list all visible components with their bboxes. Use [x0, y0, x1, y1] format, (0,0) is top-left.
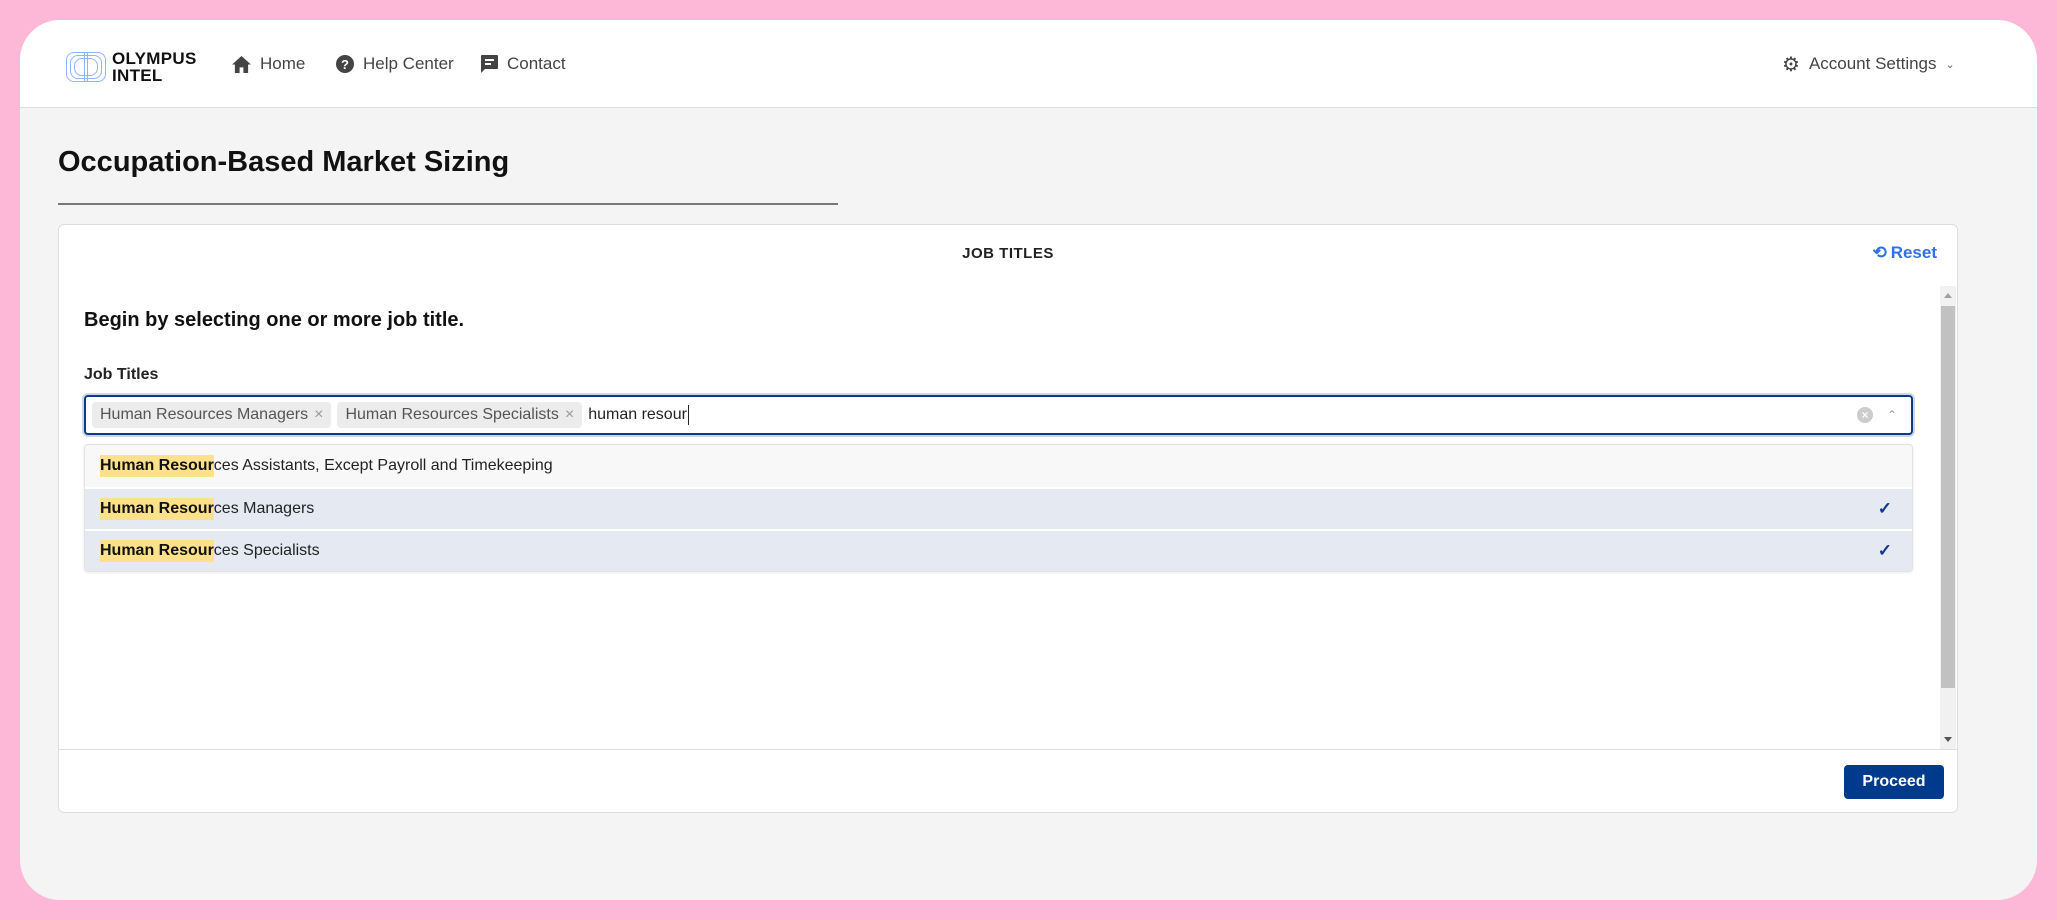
- proceed-button[interactable]: Proceed: [1844, 765, 1944, 799]
- selected-chip: Human Resources Specialists ×: [337, 402, 583, 428]
- scroll-up-icon[interactable]: [1944, 293, 1952, 298]
- option-label: ces Managers: [213, 500, 315, 517]
- match-highlight: Human Resour: [100, 540, 214, 562]
- gear-icon: ⚙: [1782, 53, 1800, 76]
- check-icon: ✓: [1877, 499, 1892, 518]
- option-item[interactable]: Human Resour ces Specialists ✓: [85, 529, 1912, 571]
- app-window: OLYMPUS INTEL Home ? Help Center Contact…: [20, 20, 2037, 900]
- option-label: ces Specialists: [213, 542, 320, 559]
- logo[interactable]: OLYMPUS INTEL: [66, 50, 197, 84]
- nav-help-label: Help Center: [363, 54, 454, 73]
- clear-all-icon[interactable]: ×: [1857, 407, 1873, 423]
- card-title: JOB TITLES: [962, 245, 1054, 262]
- instruction-heading: Begin by selecting one or more job title…: [84, 309, 465, 331]
- search-input[interactable]: human resour: [588, 405, 689, 425]
- footer-divider: [59, 749, 1957, 750]
- option-item[interactable]: Human Resour ces Assistants, Except Payro…: [85, 445, 1912, 487]
- page-title: Occupation-Based Market Sizing: [58, 146, 510, 178]
- match-highlight: Human Resour: [100, 455, 214, 477]
- reset-button[interactable]: ⟲ Reset: [1872, 243, 1937, 263]
- nav-contact-label: Contact: [507, 54, 566, 73]
- check-icon: ✓: [1877, 541, 1892, 560]
- nav-home-label: Home: [260, 54, 306, 73]
- reset-label: Reset: [1890, 243, 1937, 262]
- scrollbar[interactable]: [1940, 286, 1956, 749]
- chevron-down-icon: ⌄: [1945, 58, 1955, 71]
- nav-help-center[interactable]: ? Help Center: [336, 20, 454, 108]
- top-nav: OLYMPUS INTEL Home ? Help Center Contact…: [20, 20, 2037, 108]
- message-icon: [481, 55, 498, 73]
- scroll-down-icon[interactable]: [1944, 737, 1952, 742]
- home-icon: [232, 55, 251, 73]
- match-highlight: Human Resour: [100, 498, 214, 520]
- question-circle-icon: ?: [336, 55, 354, 73]
- reset-icon: ⟲: [1872, 243, 1887, 262]
- account-settings-label: Account Settings: [1808, 54, 1937, 73]
- selected-chip: Human Resources Managers ×: [92, 402, 332, 428]
- option-item[interactable]: Human Resour ces Managers ✓: [85, 487, 1912, 529]
- job-titles-card: JOB TITLES ⟲ Reset Begin by selecting on…: [58, 224, 1958, 813]
- nav-home[interactable]: Home: [232, 20, 305, 108]
- chevron-up-icon[interactable]: ⌃: [1887, 408, 1897, 422]
- remove-chip-icon[interactable]: ×: [314, 406, 323, 424]
- job-titles-label: Job Titles: [84, 366, 159, 383]
- scrollbar-thumb[interactable]: [1941, 306, 1955, 688]
- job-titles-multiselect[interactable]: Human Resources Managers × Human Resourc…: [84, 395, 1913, 435]
- logo-line1: OLYMPUS: [112, 49, 197, 68]
- chip-label: Human Resources Managers: [100, 406, 309, 423]
- logo-icon: [66, 52, 106, 82]
- logo-line2: INTEL: [112, 66, 163, 85]
- svg-text:?: ?: [341, 57, 349, 72]
- nav-contact[interactable]: Contact: [481, 20, 566, 108]
- title-divider: [58, 203, 838, 205]
- chip-label: Human Resources Specialists: [345, 406, 559, 423]
- options-dropdown: Human Resour ces Assistants, Except Payro…: [84, 444, 1913, 572]
- option-label: ces Assistants, Except Payroll and Timek…: [213, 457, 553, 474]
- account-settings-menu[interactable]: ⚙ Account Settings ⌄: [1782, 20, 1955, 108]
- remove-chip-icon[interactable]: ×: [565, 406, 574, 424]
